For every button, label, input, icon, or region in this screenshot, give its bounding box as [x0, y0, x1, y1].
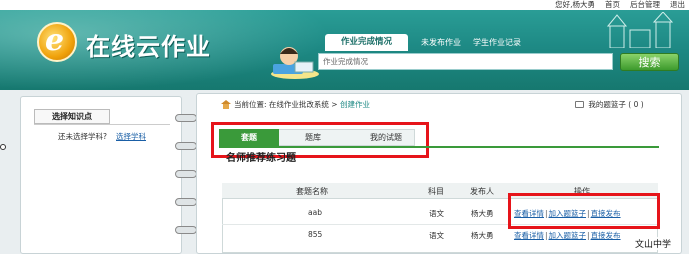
row-2-publisher: 杨大勇: [471, 231, 494, 240]
home-icon: [221, 100, 231, 109]
top-bar: 您好,杨大勇 首页 后台管理 退出: [0, 0, 689, 10]
section-title: 名师推荐练习题: [226, 153, 296, 162]
logout-link[interactable]: 退出: [670, 0, 685, 10]
select-subject-link[interactable]: 选择学科: [116, 131, 146, 142]
home-link[interactable]: 首页: [605, 0, 620, 10]
question-basket[interactable]: 我的题篮子 ( 0 ): [575, 99, 644, 110]
col-subject-header: 科目: [428, 187, 444, 196]
row-2-name: 855: [308, 230, 323, 239]
highlight-box-ops: [508, 193, 660, 229]
col-name-header: 套题名称: [296, 187, 328, 196]
row-1-subject: 语文: [429, 209, 444, 218]
basket-label[interactable]: 我的题篮子: [588, 100, 626, 109]
breadcrumb-current: 创建作业: [339, 100, 370, 109]
row-2-ops: 查看详情|加入题篮子|直接发布: [514, 231, 621, 240]
row-1-name: aab: [308, 208, 322, 217]
admin-link[interactable]: 后台管理: [630, 0, 660, 10]
knowledge-sidebar: 选择知识点 还未选择学科? 选择学科: [20, 96, 182, 254]
basket-count: ( 0 ): [628, 100, 644, 109]
tab-underline: [219, 146, 659, 148]
row-1-publisher: 杨大勇: [471, 209, 494, 218]
add-to-basket-link[interactable]: 加入题篮子: [549, 231, 587, 240]
sidebar-prompt: 还未选择学科?: [58, 132, 107, 141]
castle-icon: [606, 12, 674, 48]
search-input[interactable]: 作业完成情况: [318, 53, 613, 70]
search-placeholder: 作业完成情况: [323, 57, 368, 66]
publish-now-link[interactable]: 直接发布: [591, 231, 621, 240]
sidebar-title: 选择知识点: [34, 109, 110, 124]
greeting-text: 您好,杨大勇: [555, 0, 595, 9]
tab-student-records[interactable]: 学生作业记录: [473, 34, 521, 51]
breadcrumb: 当前位置: 在线作业批改系统 > 创建作业: [234, 99, 370, 110]
app-name: 在线云作业: [86, 33, 211, 61]
breadcrumb-path[interactable]: 在线作业批改系统 >: [269, 100, 340, 109]
search-button[interactable]: 搜索: [620, 53, 679, 71]
boy-illustration-icon: [271, 47, 319, 79]
tab-completion-status[interactable]: 作业完成情况: [325, 34, 408, 51]
breadcrumb-prefix: 当前位置:: [234, 100, 267, 109]
row-2-subject: 语文: [429, 231, 444, 240]
view-details-link[interactable]: 查看详情: [514, 231, 544, 240]
basket-icon: [575, 101, 584, 108]
logo-letter: e: [45, 23, 65, 58]
watermark: 文山中学: [634, 237, 673, 250]
col-publisher-header: 发布人: [470, 187, 494, 196]
top-links: 您好,杨大勇 首页 后台管理 退出: [555, 0, 685, 10]
radio-dot: [0, 144, 6, 150]
tab-unpublished[interactable]: 未发布作业: [421, 34, 461, 51]
